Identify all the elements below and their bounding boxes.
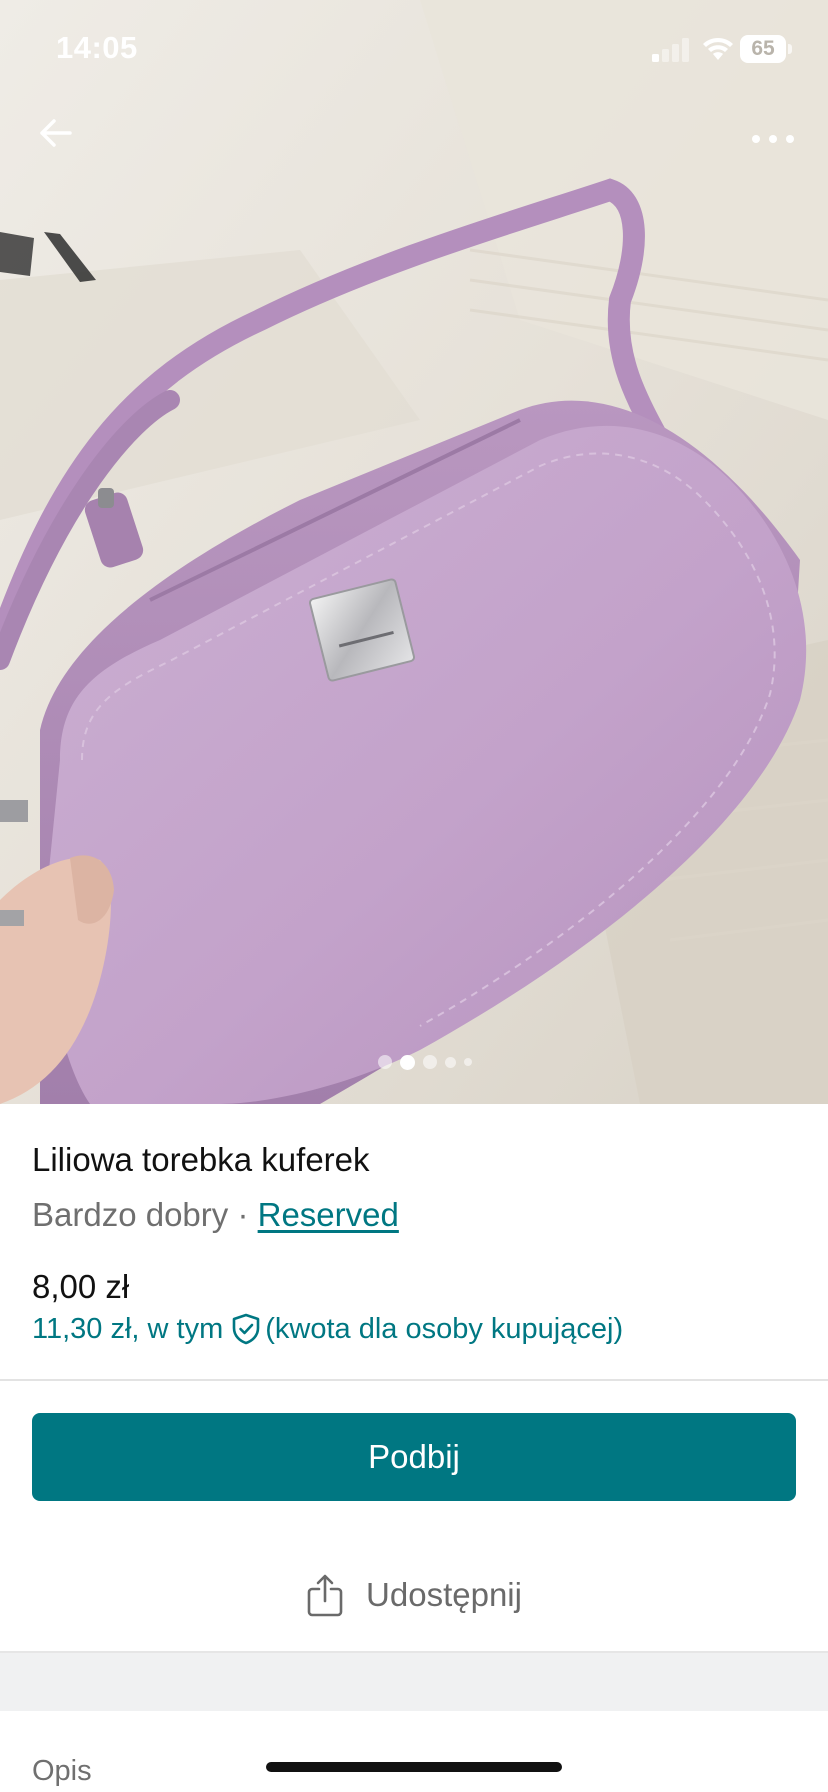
status-time: 14:05 (56, 30, 138, 65)
wifi-icon (703, 38, 733, 60)
pager-dot[interactable] (445, 1056, 456, 1068)
description-label: Opis (32, 1755, 92, 1787)
subtitle-separator: · (237, 1196, 249, 1233)
pager-dot-active[interactable] (400, 1054, 415, 1070)
more-options-button[interactable] (744, 118, 802, 160)
item-subtitle: Bardzo dobry · Reserved (32, 1190, 796, 1240)
share-icon (307, 1574, 343, 1617)
status-bar: 14:05 65 (0, 0, 828, 100)
item-detail-screen: 14:05 65 Liliowa torebka kuferek Bardzo … (0, 0, 828, 1792)
arrow-left-icon (40, 119, 72, 147)
pager-dot[interactable] (464, 1058, 472, 1066)
gallery-pager[interactable] (378, 1053, 472, 1071)
signal-icon (652, 38, 689, 62)
shield-check-icon (232, 1313, 260, 1345)
item-info: Liliowa torebka kuferek Bardzo dobry · R… (32, 1130, 796, 1240)
item-condition: Bardzo dobry (32, 1196, 229, 1233)
price-total-amount: 11,30 zł, w tym (32, 1313, 224, 1345)
pager-dot[interactable] (423, 1055, 437, 1069)
share-label: Udostępnij (366, 1576, 522, 1613)
share-button[interactable]: Udostępnij (0, 1560, 828, 1630)
home-indicator[interactable] (266, 1762, 562, 1772)
battery-level: 65 (751, 37, 775, 60)
battery-icon: 65 (740, 35, 792, 63)
more-horizontal-icon (752, 135, 794, 143)
item-title: Liliowa torebka kuferek (32, 1141, 370, 1178)
divider (0, 1379, 828, 1381)
item-photo (0, 0, 828, 1104)
price-with-protection[interactable]: 11,30 zł, w tym (kwota dla osoby kupując… (32, 1305, 623, 1353)
buyer-protection-note: (kwota dla osoby kupującej) (265, 1313, 624, 1345)
bump-button[interactable]: Podbij (32, 1413, 796, 1501)
pager-dot[interactable] (378, 1055, 392, 1069)
item-photo-gallery[interactable]: 14:05 65 (0, 0, 828, 1104)
section-separator (0, 1651, 828, 1711)
brand-link[interactable]: Reserved (258, 1196, 399, 1233)
back-button[interactable] (30, 108, 80, 158)
